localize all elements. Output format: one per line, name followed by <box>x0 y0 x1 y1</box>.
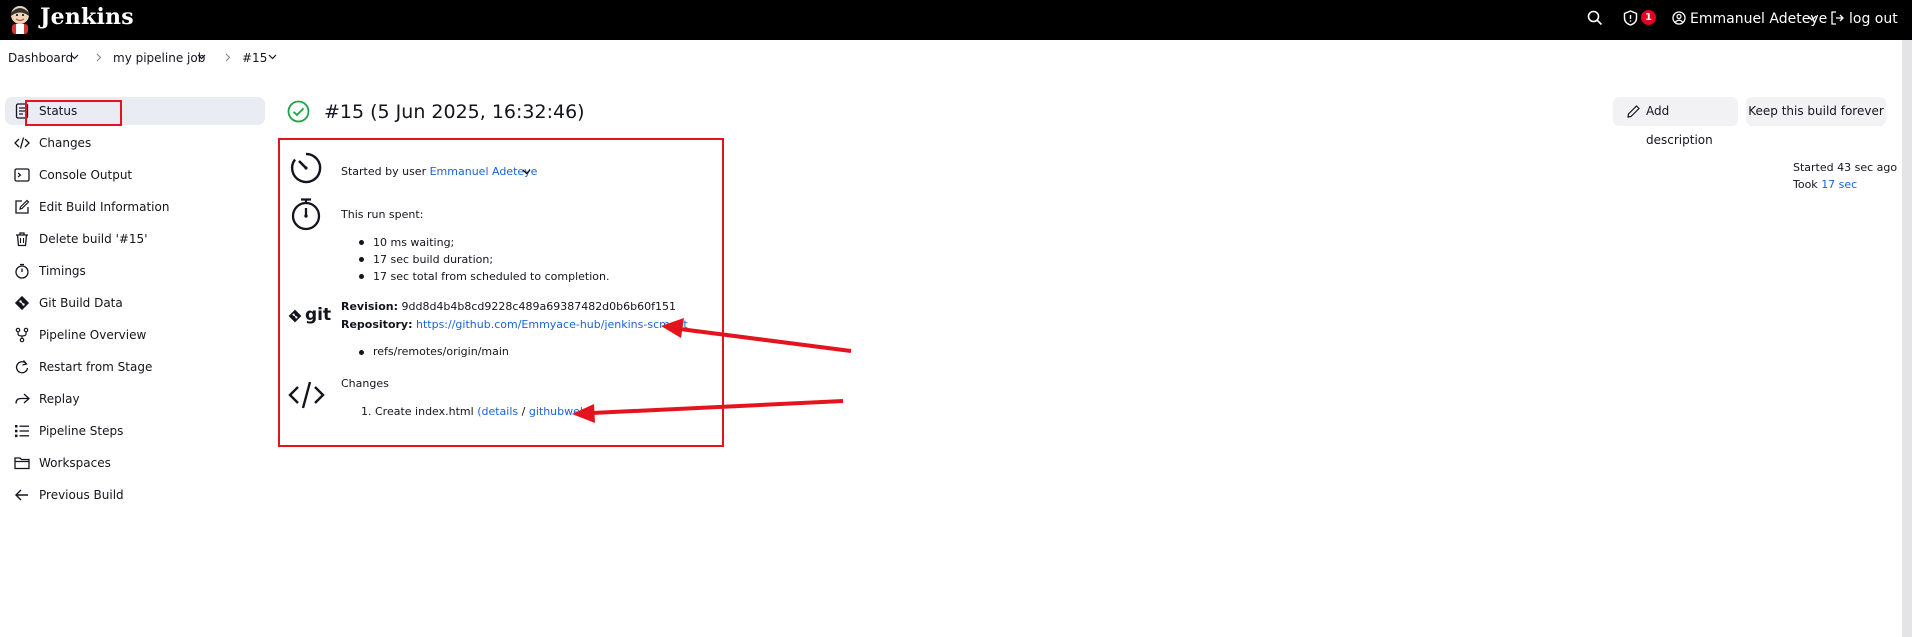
code-icon <box>14 137 30 149</box>
sidebar-item-label: Replay <box>39 392 80 406</box>
bullet <box>359 350 364 355</box>
repository: Repository: https://github.com/Emmyace-h… <box>341 318 688 331</box>
folder-icon <box>14 457 30 470</box>
list-icon <box>15 425 29 438</box>
jenkins-logo[interactable] <box>7 4 33 34</box>
sidebar-item-replay[interactable]: Replay <box>5 385 265 413</box>
replay-icon <box>15 393 30 404</box>
sidebar-item-label: Workspaces <box>39 456 111 470</box>
sidebar-item-pipeline-steps[interactable]: Pipeline Steps <box>5 417 265 445</box>
sidebar-item-edit-build-information[interactable]: Edit Build Information <box>5 193 265 221</box>
run-spent-label: This run spent: <box>341 208 424 221</box>
timer-icon <box>290 152 322 184</box>
took-duration: Took 17 sec <box>1793 178 1857 191</box>
started-by-prefix: Started by user <box>341 165 427 178</box>
git-logo-icon <box>288 309 302 323</box>
top-bar: Jenkins 1 Emmanuel Adeteye log out <box>0 0 1912 40</box>
sidebar-item-label: Pipeline Steps <box>39 424 124 438</box>
edit-icon <box>15 199 30 214</box>
scrollbar[interactable] <box>1902 40 1912 637</box>
keep-build-forever-button[interactable]: Keep this build forever <box>1746 97 1886 126</box>
revision-value: 9dd8d4b4b8cd9228c489a69387482d0b6b60f151 <box>401 300 676 313</box>
repository-link[interactable]: https://github.com/Emmyace-hub/jenkins-s… <box>416 318 688 331</box>
change-entry: 1. Create index.html (details / githubwe… <box>361 405 591 418</box>
brand-name[interactable]: Jenkins <box>40 4 134 30</box>
revision-label: Revision: <box>341 300 398 313</box>
run-spent-item: 17 sec build duration; <box>373 253 494 266</box>
sidebar-item-label: Delete build '#15' <box>39 232 148 246</box>
shield-icon[interactable] <box>1623 10 1638 26</box>
breadcrumb-build[interactable]: #15 <box>242 51 267 65</box>
took-duration-link[interactable]: 17 sec <box>1821 178 1857 191</box>
run-spent-item: 10 ms waiting; <box>373 236 455 249</box>
sidebar-item-changes[interactable]: Changes <box>5 129 265 157</box>
chevron-right-icon <box>96 53 102 62</box>
bullet <box>359 240 364 245</box>
breadcrumb: Dashboard my pipeline job #15 <box>0 40 1902 77</box>
revision: Revision: 9dd8d4b4b8cd9228c489a69387482d… <box>341 300 676 313</box>
repository-label: Repository: <box>341 318 413 331</box>
chevron-down-icon[interactable] <box>522 169 531 175</box>
arrow-left-icon <box>15 489 28 501</box>
pencil-icon <box>1627 105 1640 118</box>
stopwatch-icon <box>291 198 321 231</box>
bullet <box>359 257 364 262</box>
started-ago: Started 43 sec ago <box>1793 161 1898 174</box>
githubweb-link[interactable]: githubweb <box>529 405 587 418</box>
annotation-box <box>25 100 122 126</box>
sidebar-item-label: Pipeline Overview <box>39 328 147 342</box>
details-link[interactable]: details <box>481 405 518 418</box>
breadcrumb-dashboard[interactable]: Dashboard <box>8 51 73 65</box>
sidebar-item-timings[interactable]: Timings <box>5 257 265 285</box>
logout-icon[interactable] <box>1830 11 1845 25</box>
started-by: Started by user Emmanuel Adeteye <box>341 165 537 178</box>
sidebar-item-console-output[interactable]: Console Output <box>5 161 265 189</box>
success-check-icon <box>287 100 310 123</box>
git-icon <box>14 295 30 311</box>
page-title: #15 (5 Jun 2025, 16:32:46) <box>324 101 585 123</box>
separator: / <box>521 405 526 418</box>
run-spent-item: 17 sec total from scheduled to completio… <box>373 270 610 283</box>
sidebar-item-delete-build[interactable]: Delete build '#15' <box>5 225 265 253</box>
sidebar-item-label: Timings <box>39 264 86 278</box>
took-label: Took <box>1793 178 1818 191</box>
sidebar-item-label: Previous Build <box>39 488 124 502</box>
add-description-button[interactable]: Add description <box>1613 97 1738 147</box>
paren-close: ) <box>586 405 592 418</box>
restart-icon <box>15 360 29 374</box>
add-description-label: Add description <box>1646 104 1713 147</box>
sidebar-item-pipeline-overview[interactable]: Pipeline Overview <box>5 321 265 349</box>
refs-item: refs/remotes/origin/main <box>373 345 509 358</box>
search-icon[interactable] <box>1587 10 1603 26</box>
chevron-down-icon[interactable] <box>1807 15 1817 21</box>
sidebar-item-label: Console Output <box>39 168 133 182</box>
trash-icon <box>16 232 28 247</box>
stopwatch-icon <box>15 263 29 279</box>
sidebar-item-label: Restart from Stage <box>39 360 153 374</box>
annotation-box <box>278 138 724 447</box>
sidebar-item-git-build-data[interactable]: Git Build Data <box>5 289 265 317</box>
changes-label: Changes <box>341 377 389 390</box>
code-icon <box>288 381 325 409</box>
chevron-down-icon[interactable] <box>197 54 206 60</box>
chevron-right-icon <box>225 53 231 62</box>
sidebar-item-restart-from-stage[interactable]: Restart from Stage <box>5 353 265 381</box>
terminal-icon <box>14 168 30 182</box>
bullet <box>359 274 364 279</box>
change-entry-text: 1. Create index.html <box>361 405 474 418</box>
logout-link[interactable]: log out <box>1849 11 1898 27</box>
user-icon[interactable] <box>1672 11 1686 25</box>
sidebar-item-previous-build[interactable]: Previous Build <box>5 481 265 509</box>
git-logo-text: git <box>305 305 332 325</box>
sidebar-item-workspaces[interactable]: Workspaces <box>5 449 265 477</box>
branch-icon <box>15 327 29 343</box>
breadcrumb-job[interactable]: my pipeline job <box>113 51 205 65</box>
chevron-down-icon[interactable] <box>268 54 277 60</box>
chevron-down-icon[interactable] <box>70 54 79 60</box>
security-badge[interactable]: 1 <box>1641 10 1656 25</box>
sidebar-item-label: Changes <box>39 136 92 150</box>
sidebar-item-label: Git Build Data <box>39 296 123 310</box>
sidebar-item-label: Edit Build Information <box>39 200 170 214</box>
